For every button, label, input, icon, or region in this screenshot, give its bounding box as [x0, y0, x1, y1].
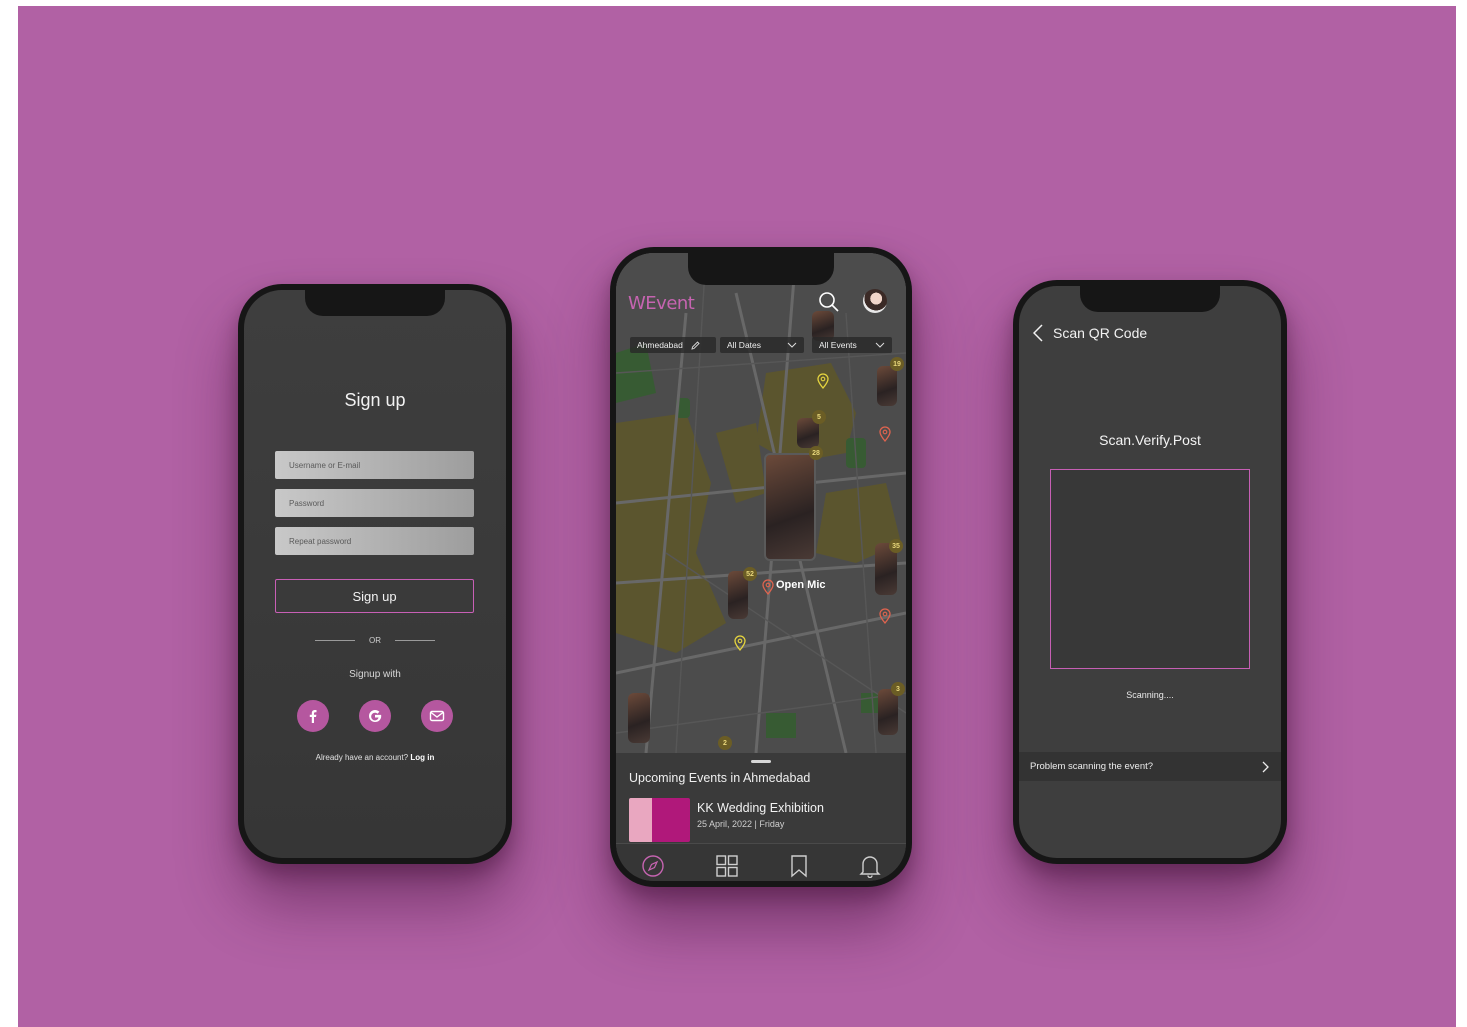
cluster-count[interactable]: 35	[889, 539, 903, 553]
sheet-handle[interactable]	[751, 760, 771, 763]
cluster-count[interactable]: 5	[812, 410, 826, 424]
qr-tagline: Scan.Verify.Post	[1099, 432, 1201, 448]
username-field[interactable]	[275, 451, 474, 479]
notch	[305, 290, 445, 316]
event-thumbnail[interactable]	[877, 366, 897, 406]
event-poster[interactable]	[629, 798, 690, 842]
avatar[interactable]	[863, 289, 887, 313]
event-name[interactable]: KK Wedding Exhibition	[697, 801, 824, 815]
location-pin-icon[interactable]	[879, 608, 891, 624]
login-link[interactable]: Log in	[410, 753, 434, 762]
dates-filter-label: All Dates	[727, 340, 762, 350]
upcoming-events-sheet[interactable]: Upcoming Events in Ahmedabad KK Wedding …	[616, 753, 906, 843]
bookmark-icon[interactable]	[789, 854, 809, 878]
signup-phone: Sign up Sign up OR Signup with	[238, 284, 512, 864]
location-pin-icon[interactable]	[734, 635, 746, 651]
signup-title: Sign up	[344, 390, 406, 410]
divider-line	[315, 640, 355, 641]
cluster-count[interactable]: 3	[891, 682, 905, 696]
cluster-count[interactable]: 2	[718, 736, 732, 750]
divider-line	[395, 640, 435, 641]
problem-scanning-row[interactable]: Problem scanning the event?	[1019, 752, 1281, 781]
backdrop: Sign up Sign up OR Signup with	[18, 6, 1456, 1027]
or-divider: OR	[244, 636, 506, 645]
map-shade	[616, 253, 906, 753]
signup-with-label: Signup with	[349, 669, 401, 680]
city-filter-label: Ahmedabad	[637, 340, 683, 350]
social-buttons	[297, 700, 453, 732]
dates-filter[interactable]: All Dates	[720, 337, 804, 353]
compass-icon[interactable]	[641, 854, 665, 878]
qr-phone: Scan QR Code Scan.Verify.Post Scanning..…	[1013, 280, 1287, 864]
cluster-count[interactable]: 19	[890, 357, 904, 371]
grid-icon[interactable]	[715, 854, 739, 878]
sheet-title: Upcoming Events in Ahmedabad	[629, 771, 811, 785]
bottom-tab-bar	[616, 843, 906, 881]
open-mic-label[interactable]: Open Mic	[776, 579, 826, 591]
google-button[interactable]	[359, 700, 391, 732]
event-thumbnail[interactable]	[628, 693, 650, 743]
facebook-button[interactable]	[297, 700, 329, 732]
notch	[1080, 286, 1220, 312]
events-filter-label: All Events	[819, 340, 857, 350]
mail-icon	[429, 710, 445, 722]
scan-status: Scanning....	[1126, 690, 1174, 700]
events-filter[interactable]: All Events	[812, 337, 892, 353]
city-filter[interactable]: Ahmedabad	[630, 337, 716, 353]
email-button[interactable]	[421, 700, 453, 732]
location-pin-icon[interactable]	[762, 579, 774, 595]
map-screen: WEvent Ahmedabad All Dates All Events 19…	[616, 253, 906, 881]
chevron-right-icon	[1262, 761, 1269, 772]
event-thumbnail[interactable]	[764, 453, 816, 561]
map-phone: WEvent Ahmedabad All Dates All Events 19…	[610, 247, 912, 887]
chevron-down-icon	[787, 342, 797, 348]
event-date: 25 April, 2022 | Friday	[697, 819, 785, 829]
cluster-count[interactable]: 52	[743, 567, 757, 581]
or-label: OR	[369, 636, 381, 645]
event-thumbnail[interactable]	[878, 689, 898, 735]
signup-screen: Sign up Sign up OR Signup with	[244, 290, 506, 858]
qr-scan-frame[interactable]	[1050, 469, 1250, 669]
app-logo: WEvent	[628, 293, 695, 314]
bell-icon[interactable]	[859, 854, 881, 878]
repeat-password-field[interactable]	[275, 527, 474, 555]
chevron-down-icon	[875, 342, 885, 348]
qr-screen: Scan QR Code Scan.Verify.Post Scanning..…	[1019, 286, 1281, 858]
location-pin-icon[interactable]	[879, 426, 891, 442]
notch	[688, 253, 834, 285]
cluster-count[interactable]: 28	[809, 446, 823, 460]
google-icon	[369, 710, 382, 722]
password-field[interactable]	[275, 489, 474, 517]
search-icon[interactable]	[818, 291, 840, 313]
signup-button[interactable]: Sign up	[275, 579, 474, 613]
location-pin-icon[interactable]	[817, 373, 829, 389]
pencil-icon	[691, 340, 700, 350]
login-prompt-text: Already have an account?	[315, 753, 409, 762]
facebook-icon	[309, 710, 317, 723]
login-prompt: Already have an account? Log in	[244, 753, 506, 762]
qr-title: Scan QR Code	[1053, 325, 1148, 341]
qr-header: Scan QR Code	[1033, 324, 1147, 342]
problem-scanning-label: Problem scanning the event?	[1030, 761, 1154, 772]
back-chevron-icon[interactable]	[1033, 324, 1043, 342]
